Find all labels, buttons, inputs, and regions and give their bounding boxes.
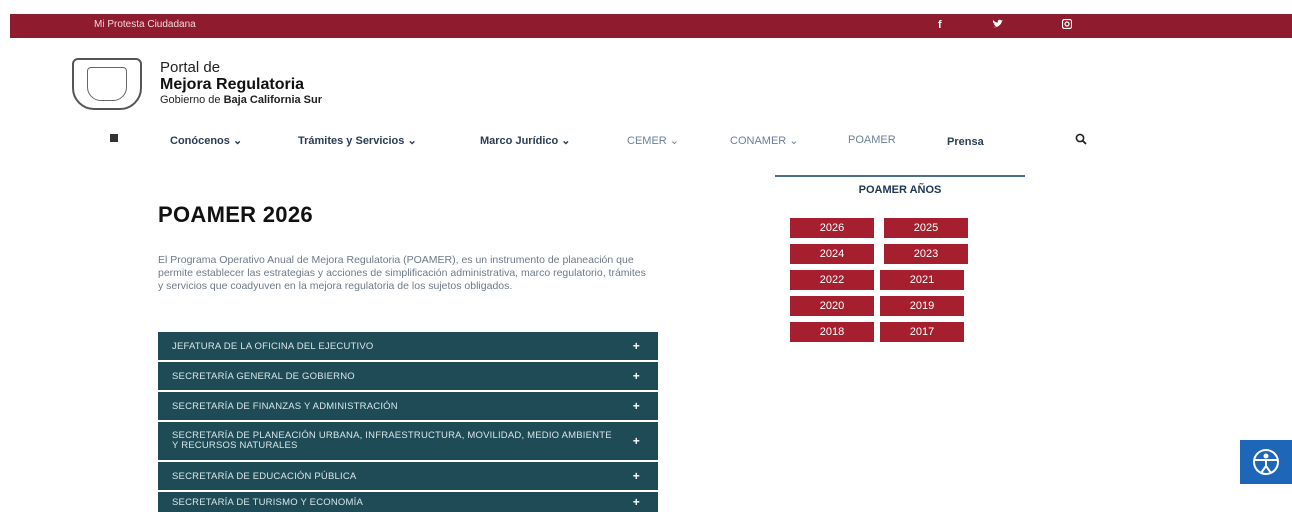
year-button-2021[interactable]: 2021 [880,270,964,290]
portal-brand[interactable]: Portal de Mejora Regulatoria Gobierno de… [160,60,322,107]
instagram-icon[interactable] [1061,18,1073,32]
year-button-2024[interactable]: 2024 [790,244,874,264]
accordion-item-planeacion[interactable]: SECRETARÍA DE PLANEACIÓN URBANA, INFRAES… [158,422,658,460]
page-title: POAMER 2026 [158,202,313,227]
accordion-label: SECRETARÍA DE FINANZAS Y ADMINISTRACIÓN [172,400,398,412]
protesta-ciudadana-link[interactable]: Mi Protesta Ciudadana [94,19,196,30]
expand-plus-icon: + [632,339,640,353]
accordion-label: SECRETARÍA GENERAL DE GOBIERNO [172,370,355,382]
nav-item-marco-juridico[interactable]: Marco Jurídico ⌄ [480,134,571,147]
seal-shield-icon [87,67,127,101]
brand-line-1: Portal de [160,59,221,76]
year-button-2022[interactable]: 2022 [790,270,874,290]
accordion-label: JEFATURA DE LA OFICINA DEL EJECUTIVO [172,340,374,352]
accordion-item-turismo[interactable]: SECRETARÍA DE TURISMO Y ECONOMÍA + [158,492,658,512]
brand-line-3: Gobierno de Baja California Sur [160,94,323,106]
search-icon[interactable] [1075,133,1087,145]
accordion-item-educacion[interactable]: SECRETARÍA DE EDUCACIÓN PÚBLICA + [158,462,658,490]
sidebar-title: POAMER AÑOS [858,184,942,196]
expand-plus-icon: + [632,369,640,383]
accordion-item-gobierno[interactable]: SECRETARÍA GENERAL DE GOBIERNO + [158,362,658,390]
nav-item-conocenos[interactable]: Conócenos ⌄ [170,134,242,147]
home-icon[interactable] [110,134,118,142]
expand-plus-icon: + [632,469,640,483]
accessibility-icon [1253,449,1279,475]
accordion-label: SECRETARÍA DE TURISMO Y ECONOMÍA [172,496,363,508]
year-button-2026[interactable]: 2026 [790,218,874,238]
year-button-2019[interactable]: 2019 [880,296,964,316]
accordion-label: SECRETARÍA DE EDUCACIÓN PÚBLICA [172,470,357,482]
twitter-icon[interactable] [992,19,1004,32]
nav-item-conamer[interactable]: CONAMER ⌄ [730,134,799,147]
accessibility-button[interactable] [1240,440,1292,484]
year-button-2025[interactable]: 2025 [884,218,968,238]
nav-item-poamer[interactable]: POAMER [848,134,896,146]
nav-item-cemer[interactable]: CEMER ⌄ [627,134,679,147]
year-button-2023[interactable]: 2023 [884,244,968,264]
intro-paragraph: El Programa Operativo Anual de Mejora Re… [158,254,646,292]
nav-item-prensa[interactable]: Prensa [947,136,984,148]
government-seal-logo[interactable] [72,58,142,110]
brand-line-2: Mejora Regulatoria [160,76,305,93]
year-button-2020[interactable]: 2020 [790,296,874,316]
expand-plus-icon: + [632,434,640,448]
sidebar-divider [775,175,1025,177]
year-button-2018[interactable]: 2018 [790,322,874,342]
expand-plus-icon: + [632,399,640,413]
year-button-2017[interactable]: 2017 [880,322,964,342]
accordion-label: SECRETARÍA DE PLANEACIÓN URBANA, INFRAES… [172,430,612,451]
accordion-item-jefatura[interactable]: JEFATURA DE LA OFICINA DEL EJECUTIVO + [158,332,658,360]
facebook-icon[interactable]: f [938,19,942,31]
expand-plus-icon: + [632,495,640,509]
nav-item-tramites[interactable]: Trámites y Servicios ⌄ [298,134,417,147]
top-bar: Mi Protesta Ciudadana f [10,14,1292,38]
accordion-item-finanzas[interactable]: SECRETARÍA DE FINANZAS Y ADMINISTRACIÓN … [158,392,658,420]
